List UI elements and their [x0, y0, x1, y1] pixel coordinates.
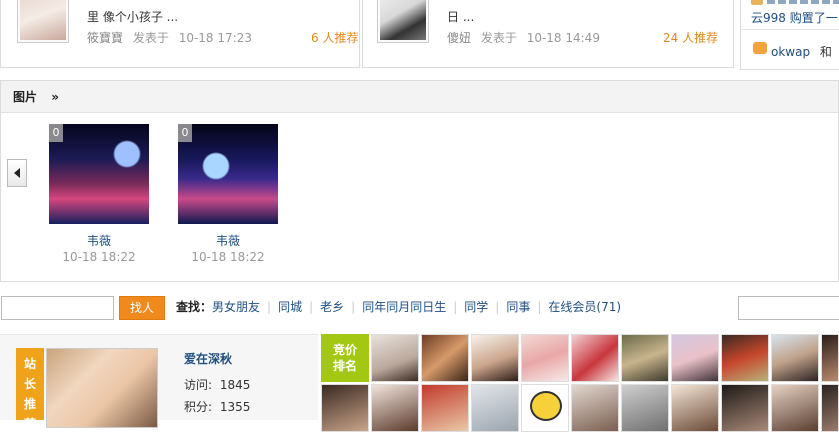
- friend-link[interactable]: okwap: [771, 45, 810, 59]
- member-avatar[interactable]: [571, 334, 619, 382]
- member-avatar[interactable]: [371, 334, 419, 382]
- search-links: 查找：男女朋友 | 同城 | 老乡 | 同年同月同日生 | 同学 | 同事 | 在线会员(71): [176, 298, 621, 315]
- section-title: 图片: [13, 90, 38, 104]
- more-link[interactable]: »: [51, 90, 59, 104]
- divider: |: [351, 300, 356, 314]
- blog-excerpt[interactable]: 里 像个小孩子 ...: [87, 8, 178, 25]
- divider: |: [309, 300, 314, 314]
- divider: |: [267, 300, 272, 314]
- member-avatar[interactable]: [421, 334, 469, 382]
- member-avatar[interactable]: [671, 334, 719, 382]
- divider: |: [495, 300, 500, 314]
- ribbon-char: 推: [23, 397, 36, 411]
- avatar[interactable]: [377, 0, 429, 43]
- activity-friend: okwap 和: [771, 43, 832, 60]
- blog-time: 10-18 14:49: [526, 31, 600, 45]
- photo-caption[interactable]: 韦薇: [49, 232, 149, 249]
- friend-rest: 和: [819, 45, 832, 59]
- photo-count: 0: [178, 124, 192, 142]
- search-input-right[interactable]: [738, 296, 839, 320]
- featured-avatar[interactable]: [46, 348, 158, 428]
- photo-thumb[interactable]: [178, 124, 278, 224]
- blog-card-1: 里 像个小孩子 ... 筱寶寶 发表于 10-18 17:23 6 人推荐: [0, 0, 360, 68]
- badge-line: 排名: [332, 359, 357, 373]
- visits-value: 1845: [219, 378, 251, 392]
- divider: [741, 29, 839, 30]
- member-avatar[interactable]: [471, 334, 519, 382]
- posted-label: 发表于: [132, 31, 169, 45]
- points-value: 1355: [219, 400, 251, 414]
- divider: |: [537, 300, 542, 314]
- member-avatar[interactable]: [771, 384, 819, 432]
- member-avatar[interactable]: [721, 384, 769, 432]
- posted-label: 发表于: [480, 31, 517, 45]
- member-avatar[interactable]: [721, 334, 769, 382]
- handshake-icon: [753, 42, 767, 54]
- member-avatar[interactable]: [521, 384, 569, 432]
- blog-time: 10-18 17:23: [178, 31, 252, 45]
- photo-caption[interactable]: 韦薇: [178, 232, 278, 249]
- member-avatar[interactable]: [321, 384, 369, 432]
- blog-author[interactable]: 筱寶寶: [87, 31, 123, 45]
- blog-excerpt[interactable]: 日 ...: [447, 8, 474, 25]
- member-avatar[interactable]: [621, 334, 669, 382]
- member-avatar[interactable]: [371, 384, 419, 432]
- activity-icon-cut: [751, 0, 763, 5]
- member-avatar[interactable]: [421, 384, 469, 432]
- link-classmates[interactable]: 同学: [464, 300, 488, 314]
- visits-label: 访问:: [184, 378, 213, 392]
- activity-text[interactable]: 云998 购置了一: [751, 9, 838, 26]
- member-avatar[interactable]: [621, 384, 669, 432]
- link-online-members[interactable]: 在线会员(71): [548, 300, 621, 314]
- member-avatar[interactable]: [671, 384, 719, 432]
- ribbon-char: 站: [23, 357, 36, 371]
- member-avatar[interactable]: [521, 334, 569, 382]
- avatar[interactable]: [17, 0, 69, 43]
- points-label: 积分:: [184, 400, 213, 414]
- chevron-left-icon: [14, 168, 20, 178]
- activity-line-cut: [767, 0, 839, 4]
- section-header: 图片 »: [1, 81, 838, 113]
- member-avatar[interactable]: [571, 384, 619, 432]
- link-same-birthday[interactable]: 同年同月同日生: [362, 300, 446, 314]
- prev-button[interactable]: [7, 159, 27, 187]
- link-friends[interactable]: 男女朋友: [212, 300, 260, 314]
- blog-meta: 傻妞 发表于 10-18 14:49: [447, 29, 600, 46]
- photo-time: 10-18 18:22: [62, 250, 136, 264]
- find-label: 查找：: [176, 300, 213, 314]
- member-avatar[interactable]: [471, 384, 519, 432]
- blog-card-2: 日 ... 傻妞 发表于 10-18 14:49 24 人推荐: [362, 0, 734, 68]
- ribbon-char: 长: [23, 377, 36, 391]
- badge-line: 竞价: [332, 343, 357, 357]
- photo-count: 0: [49, 124, 63, 142]
- photo-thumb[interactable]: [49, 124, 149, 224]
- recommend-ribbon: 站 长 推 荐: [16, 348, 44, 431]
- featured-points: 积分: 1355: [184, 398, 250, 415]
- link-same-city[interactable]: 同城: [278, 300, 302, 314]
- link-colleagues[interactable]: 同事: [506, 300, 530, 314]
- search-input[interactable]: [1, 296, 114, 320]
- bid-rank-badge[interactable]: 竞价 排名: [321, 334, 369, 382]
- featured-name[interactable]: 爱在深秋: [184, 350, 232, 367]
- member-avatar[interactable]: [821, 384, 839, 432]
- photo-time: 10-18 18:22: [191, 250, 265, 264]
- member-avatar[interactable]: [821, 334, 839, 382]
- member-avatar[interactable]: [771, 334, 819, 382]
- recommend-count[interactable]: 24 人推荐: [663, 29, 718, 46]
- blog-meta: 筱寶寶 发表于 10-18 17:23: [87, 29, 252, 46]
- activity-panel: 云998 购置了一 okwap 和: [740, 0, 839, 70]
- featured-visits: 访问: 1845: [184, 376, 250, 393]
- smiley-icon: [530, 391, 562, 421]
- ribbon-char: 荐: [23, 417, 36, 431]
- blog-author[interactable]: 傻妞: [447, 31, 471, 45]
- find-button[interactable]: 找人: [119, 296, 165, 320]
- recommend-count[interactable]: 6 人推荐: [311, 29, 358, 46]
- link-hometown[interactable]: 老乡: [320, 300, 344, 314]
- divider: |: [453, 300, 458, 314]
